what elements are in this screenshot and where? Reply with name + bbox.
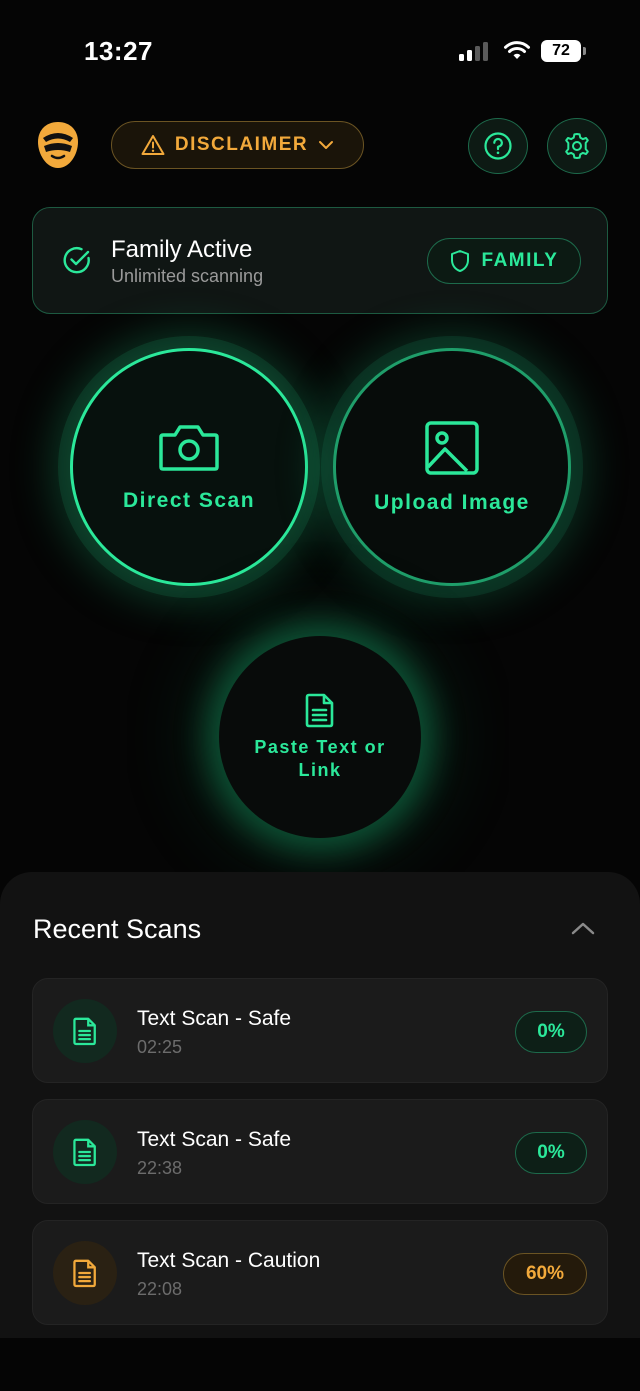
recent-scans-title: Recent Scans xyxy=(33,914,202,944)
recent-scan-item[interactable]: Text Scan - Caution 22:08 60% xyxy=(32,1220,608,1325)
shield-icon xyxy=(450,250,469,272)
direct-scan-label: Direct Scan xyxy=(122,489,256,512)
chevron-up-icon[interactable] xyxy=(570,920,596,936)
status-time: 13:27 xyxy=(84,36,153,66)
recent-scan-item[interactable]: Text Scan - Safe 22:38 0% xyxy=(32,1099,608,1204)
plan-status-card: Family Active Unlimited scanning FAMILY xyxy=(32,207,608,314)
header: DISCLAIMER xyxy=(0,118,640,178)
family-plan-badge[interactable]: FAMILY xyxy=(427,238,581,284)
warning-icon xyxy=(141,135,165,155)
scan-title: Text Scan - Caution xyxy=(137,1249,321,1272)
app-logo-icon[interactable] xyxy=(34,120,82,172)
plan-title: Family Active xyxy=(111,236,253,263)
paste-text-label: Paste Text or Link xyxy=(254,737,386,780)
help-button[interactable] xyxy=(468,118,528,174)
recent-scans-panel: Recent Scans Text Scan - Safe 02:25 0% T… xyxy=(0,872,640,1338)
disclaimer-label: DISCLAIMER xyxy=(174,134,309,155)
image-icon xyxy=(425,421,479,475)
paste-text-button[interactable]: Paste Text or Link xyxy=(219,636,421,838)
chevron-down-icon xyxy=(319,141,334,149)
battery-level: 72 xyxy=(541,40,581,62)
gear-icon xyxy=(565,133,589,159)
scan-time: 22:08 xyxy=(137,1279,183,1299)
scan-risk-score: 0% xyxy=(515,1132,587,1174)
disclaimer-button[interactable]: DISCLAIMER xyxy=(111,121,364,169)
status-bar: 13:27 72 xyxy=(0,0,640,100)
direct-scan-button[interactable]: Direct Scan xyxy=(70,348,308,586)
check-circle-icon xyxy=(63,247,90,274)
signal-icon xyxy=(459,42,488,61)
scan-risk-score: 0% xyxy=(515,1011,587,1053)
scan-title: Text Scan - Safe xyxy=(137,1007,292,1030)
upload-image-button[interactable]: Upload Image xyxy=(333,348,571,586)
document-icon xyxy=(73,1259,96,1288)
document-icon xyxy=(73,1017,96,1046)
battery-tip xyxy=(583,47,586,55)
settings-button[interactable] xyxy=(547,118,607,174)
upload-image-label: Upload Image xyxy=(374,491,530,514)
help-icon xyxy=(484,132,512,160)
plan-subtitle: Unlimited scanning xyxy=(111,266,264,286)
battery-indicator: 72 xyxy=(541,40,586,62)
document-icon xyxy=(305,693,334,728)
scan-type-icon xyxy=(53,999,117,1063)
recent-scan-item[interactable]: Text Scan - Safe 02:25 0% xyxy=(32,978,608,1083)
scan-time: 22:38 xyxy=(137,1158,183,1178)
scan-type-icon xyxy=(53,1241,117,1305)
scan-title: Text Scan - Safe xyxy=(137,1128,292,1151)
scan-actions: Direct Scan Upload Image Paste Text or L… xyxy=(0,310,640,870)
status-icons: 72 xyxy=(459,40,586,62)
scan-type-icon xyxy=(53,1120,117,1184)
wifi-icon xyxy=(504,41,530,59)
scan-risk-score: 60% xyxy=(503,1253,587,1295)
document-icon xyxy=(73,1138,96,1167)
family-badge-label: FAMILY xyxy=(481,250,559,271)
scan-time: 02:25 xyxy=(137,1037,183,1057)
camera-icon xyxy=(159,425,219,471)
